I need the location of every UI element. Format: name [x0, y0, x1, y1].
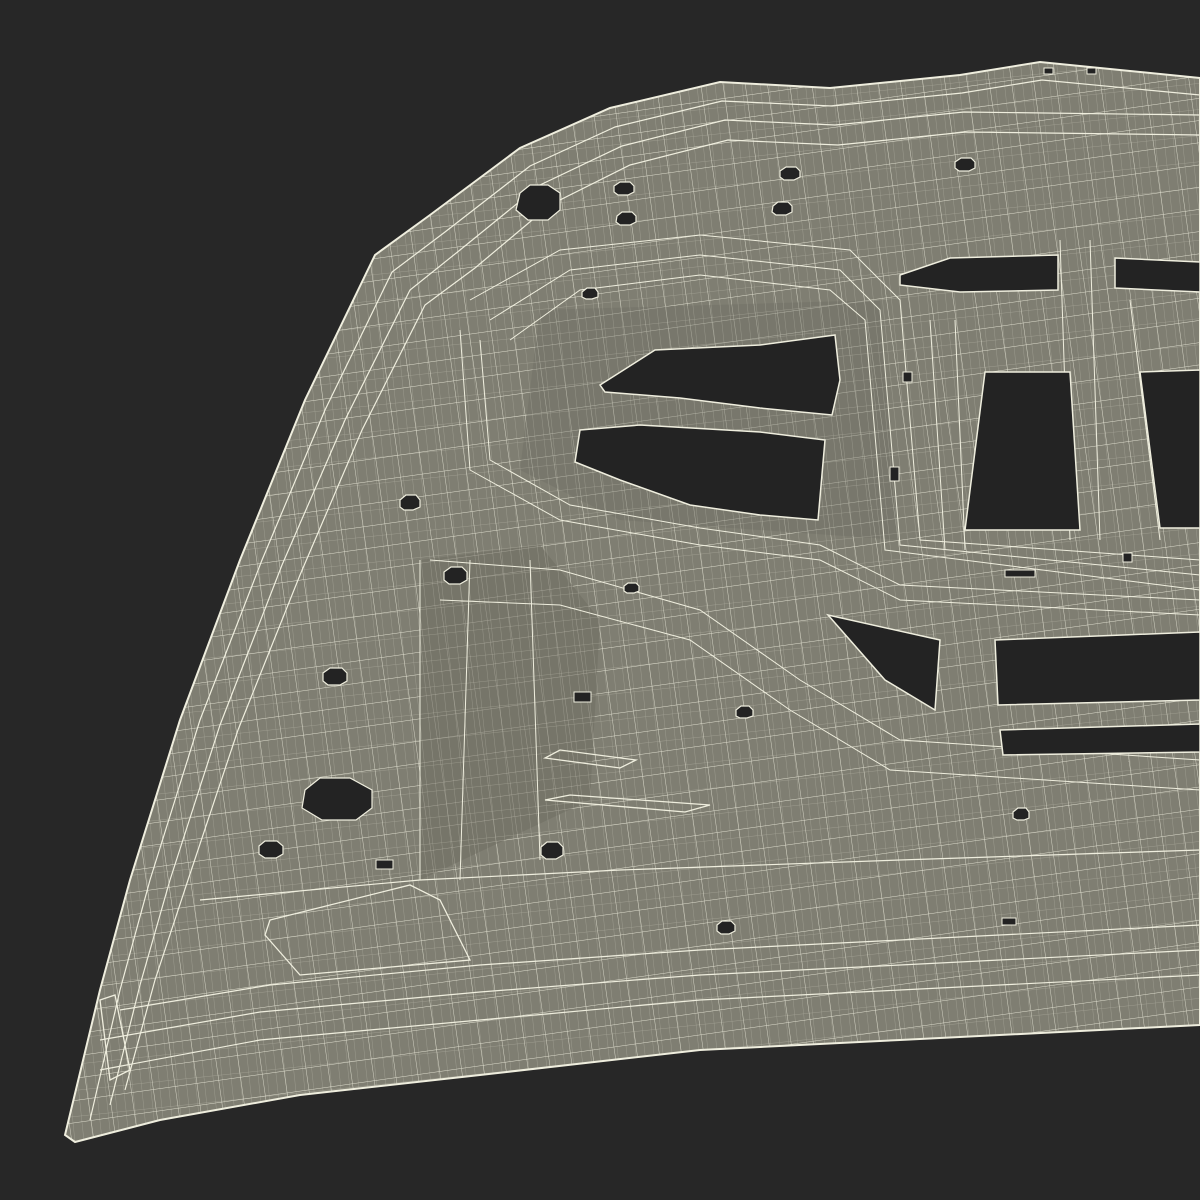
slot-4 [1004, 569, 1036, 578]
hole-small-14 [716, 920, 736, 935]
hole-small-11 [735, 705, 754, 719]
hole-small-2 [615, 211, 637, 226]
wireframe-render [63, 60, 1200, 1144]
cutout-center [964, 371, 1081, 531]
slot-3 [1001, 917, 1017, 926]
slot-1 [573, 691, 592, 703]
hole-large-top [515, 184, 561, 221]
hole-small-12 [258, 840, 284, 859]
hole-small-4 [771, 201, 793, 216]
hole-small-5 [954, 157, 976, 172]
hole-small-6 [581, 287, 599, 300]
render-viewport [0, 0, 1200, 1200]
hole-large-bottom [301, 777, 373, 821]
mesh-fine [65, 62, 1200, 1142]
hole-small-15 [1012, 807, 1030, 821]
slot-6 [889, 466, 900, 482]
slot-2 [375, 859, 394, 870]
cutout-top-right [1114, 257, 1200, 293]
cutout-bottom-strip [999, 723, 1200, 756]
slot-5 [902, 371, 913, 383]
hole-small-3 [779, 166, 801, 181]
hole-small-9 [623, 582, 640, 594]
slot-8 [1043, 67, 1054, 75]
hole-small-1 [613, 181, 635, 196]
slot-9 [1086, 67, 1097, 75]
hole-small-7 [399, 494, 421, 511]
hole-small-8 [443, 566, 468, 585]
slot-7 [1122, 552, 1133, 563]
hole-small-10 [322, 667, 348, 686]
cutout-lower-center [994, 631, 1200, 706]
hole-small-13 [540, 841, 564, 860]
